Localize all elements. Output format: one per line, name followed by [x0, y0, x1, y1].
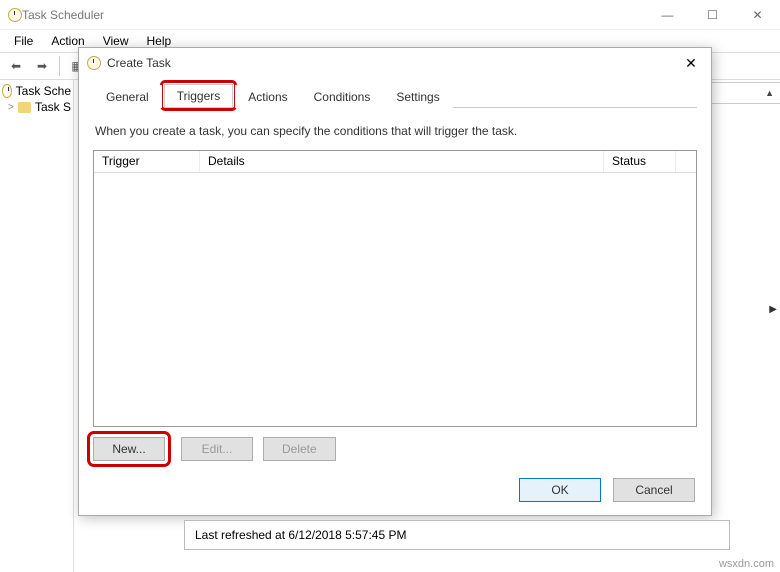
folder-icon [18, 102, 31, 113]
dialog-titlebar: Create Task ✕ [79, 48, 711, 78]
clock-icon [87, 56, 101, 70]
list-header: Trigger Details Status [94, 151, 696, 173]
instructions-text: When you create a task, you can specify … [93, 108, 697, 150]
actions-pane-strip: ▲ [710, 82, 780, 104]
new-button[interactable]: New... [93, 437, 165, 461]
edit-button: Edit... [181, 437, 253, 461]
chevron-right-icon[interactable]: ▶ [769, 304, 777, 315]
tree-panel: Task Sche > Task S [0, 80, 74, 572]
tree-child-label: Task S [35, 100, 71, 114]
tree-root-label: Task Sche [16, 84, 71, 98]
tree-child-item[interactable]: > Task S [8, 100, 71, 114]
tab-actions[interactable]: Actions [235, 85, 300, 108]
create-task-dialog: Create Task ✕ General Triggers Actions C… [78, 47, 712, 516]
window-title: Task Scheduler [22, 8, 645, 22]
column-status[interactable]: Status [604, 151, 676, 172]
delete-button: Delete [263, 437, 336, 461]
status-bar: Last refreshed at 6/12/2018 5:57:45 PM [184, 520, 730, 550]
trigger-buttons-row: New... Edit... Delete [93, 437, 697, 461]
dialog-body: General Triggers Actions Conditions Sett… [79, 78, 711, 473]
minimize-button[interactable]: — [645, 1, 690, 29]
dialog-close-button[interactable]: ✕ [675, 51, 707, 75]
back-button[interactable]: ⬅ [4, 55, 28, 77]
actions-pane-header[interactable]: ▲ [710, 82, 780, 104]
close-button[interactable]: ✕ [735, 1, 780, 29]
clock-icon [2, 84, 12, 98]
cancel-button[interactable]: Cancel [613, 478, 695, 502]
tab-general[interactable]: General [93, 85, 162, 108]
window-controls: — ☐ ✕ [645, 1, 780, 29]
status-text: Last refreshed at 6/12/2018 5:57:45 PM [195, 528, 406, 542]
menu-file[interactable]: File [6, 32, 41, 50]
tab-row: General Triggers Actions Conditions Sett… [93, 84, 697, 108]
column-trigger[interactable]: Trigger [94, 151, 200, 172]
maximize-button[interactable]: ☐ [690, 1, 735, 29]
clock-icon [8, 8, 22, 22]
ok-button[interactable]: OK [519, 478, 601, 502]
triggers-list[interactable]: Trigger Details Status [93, 150, 697, 427]
column-spacer [676, 151, 696, 172]
expander-icon[interactable]: > [8, 102, 14, 113]
dialog-footer: OK Cancel [79, 473, 711, 515]
forward-button[interactable]: ➡ [30, 55, 54, 77]
highlight-triggers-tab: Triggers [160, 80, 238, 111]
watermark: wsxdn.com [719, 558, 774, 570]
collapse-triangle-icon: ▲ [765, 88, 774, 98]
highlight-new-button: New... [87, 431, 171, 467]
toolbar-separator [59, 56, 60, 76]
tab-settings[interactable]: Settings [383, 85, 452, 108]
tree-root-item[interactable]: Task Sche [2, 84, 71, 98]
dialog-title: Create Task [107, 56, 675, 70]
tab-triggers[interactable]: Triggers [164, 84, 234, 107]
tab-conditions[interactable]: Conditions [301, 85, 384, 108]
main-titlebar: Task Scheduler — ☐ ✕ [0, 0, 780, 30]
column-details[interactable]: Details [200, 151, 604, 172]
